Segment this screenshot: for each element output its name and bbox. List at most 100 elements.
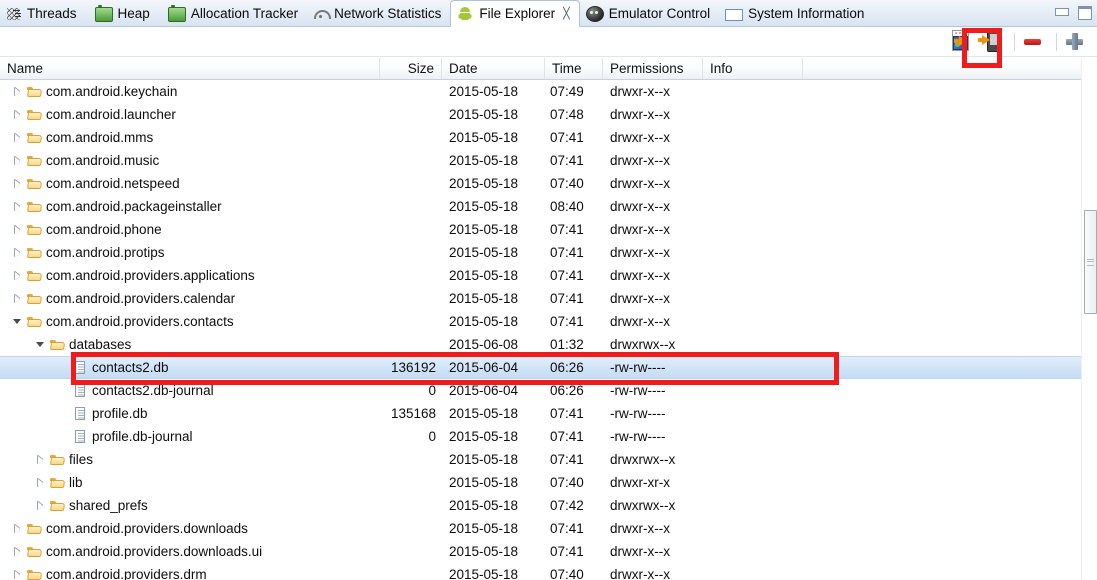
column-header-time[interactable]: Time xyxy=(545,58,603,79)
vertical-scrollbar-thumb[interactable] xyxy=(1084,210,1097,314)
folder-icon xyxy=(50,338,65,351)
expand-arrow-icon[interactable] xyxy=(35,500,46,511)
expand-arrow-icon[interactable] xyxy=(12,546,23,557)
table-body: com.android.keychain 2015-05-18 07:49 drwxr… xyxy=(0,80,1097,580)
tab-allocation-tracker[interactable]: Allocation Tracker xyxy=(159,0,307,27)
cell-permissions: drwxr-x--x xyxy=(610,176,670,191)
tab-heap[interactable]: Heap xyxy=(86,0,159,27)
table-row[interactable]: profile.db 135168 2015-05-18 07:41 -rw-rw---… xyxy=(0,402,1097,425)
file-name-label: com.android.providers.downloads xyxy=(46,521,248,536)
collapse-arrow-icon[interactable] xyxy=(12,316,23,327)
tab-label: Emulator Control xyxy=(608,5,711,21)
file-name-label: com.android.launcher xyxy=(46,107,176,122)
cell-name: files xyxy=(0,452,380,467)
file-name-label: shared_prefs xyxy=(69,498,148,513)
maximize-icon[interactable] xyxy=(1076,4,1093,20)
column-header-name[interactable]: Name xyxy=(0,58,380,79)
delete-button[interactable] xyxy=(1023,29,1048,54)
expand-arrow-icon[interactable] xyxy=(12,270,23,281)
tab-system-information[interactable]: System Information xyxy=(719,0,873,27)
table-row[interactable]: shared_prefs 2015-05-18 07:42 drwxrwx--x xyxy=(0,494,1097,517)
tab-close-icon[interactable]: ╳ xyxy=(563,7,570,20)
cell-time: 07:41 xyxy=(550,130,584,145)
table-row[interactable]: files 2015-05-18 07:41 drwxrwx--x xyxy=(0,448,1097,471)
tab-file-explorer[interactable]: File Explorer ╳ xyxy=(450,0,580,27)
cell-date: 2015-06-08 xyxy=(449,337,519,352)
cell-permissions: drwxr-x--x xyxy=(610,199,670,214)
expand-arrow-icon[interactable] xyxy=(12,132,23,143)
expand-arrow-icon[interactable] xyxy=(12,201,23,212)
wifi-icon xyxy=(313,6,332,22)
collapse-arrow-icon[interactable] xyxy=(35,339,46,350)
vertical-scrollbar[interactable] xyxy=(1081,58,1097,580)
folder-icon xyxy=(27,246,42,259)
table-row[interactable]: com.android.protips 2015-05-18 07:41 drwxr-… xyxy=(0,241,1097,264)
cell-date: 2015-05-18 xyxy=(449,245,519,260)
column-header-size[interactable]: Size xyxy=(380,58,442,79)
expand-arrow-icon[interactable] xyxy=(12,155,23,166)
tab-emulator-control[interactable]: Emulator Control xyxy=(580,0,719,27)
table-row[interactable]: com.android.providers.contacts 2015-05-18… xyxy=(0,310,1097,333)
cell-time: 07:41 xyxy=(550,429,584,444)
table-row[interactable]: com.android.launcher 2015-05-18 07:48 drwxr… xyxy=(0,103,1097,126)
file-name-label: com.android.netspeed xyxy=(46,176,180,191)
cell-permissions: drwxr-x--x xyxy=(610,153,670,168)
system-info-icon xyxy=(725,9,744,21)
cell-name: com.android.keychain xyxy=(0,84,380,99)
cell-name: shared_prefs xyxy=(0,498,380,513)
table-row[interactable]: com.android.packageinstaller 2015-05-18 08… xyxy=(0,195,1097,218)
expand-arrow-icon[interactable] xyxy=(12,86,23,97)
table-row[interactable]: profile.db-journal 0 2015-05-18 07:41 -rw-rw… xyxy=(0,425,1097,448)
expand-arrow-icon[interactable] xyxy=(12,178,23,189)
tab-list: Threads Heap Allocation Tracker Network Sta… xyxy=(0,0,873,27)
table-row[interactable]: com.android.phone 2015-05-18 07:41 drwxr-x-… xyxy=(0,218,1097,241)
table-row[interactable]: com.android.netspeed 2015-05-18 07:40 drwxr… xyxy=(0,172,1097,195)
table-row[interactable]: com.android.providers.applications 2015-0… xyxy=(0,264,1097,287)
file-icon xyxy=(73,430,88,443)
expand-arrow-icon[interactable] xyxy=(12,569,23,580)
cell-time: 07:49 xyxy=(550,84,584,99)
folder-icon xyxy=(27,177,42,190)
cell-time: 07:40 xyxy=(550,567,584,580)
cell-name: contacts2.db-journal xyxy=(0,383,380,398)
cell-time: 07:41 xyxy=(550,245,584,260)
cell-permissions: drwxr-x--x xyxy=(610,521,670,536)
view-buttons xyxy=(1053,4,1093,20)
minimize-icon[interactable] xyxy=(1053,4,1070,19)
expand-arrow-icon[interactable] xyxy=(12,523,23,534)
cell-name: profile.db-journal xyxy=(0,429,380,444)
cell-date: 2015-05-18 xyxy=(449,475,519,490)
cell-permissions: drwxr-x--x xyxy=(610,544,670,559)
column-header-date[interactable]: Date xyxy=(442,58,545,79)
file-name-label: com.android.providers.contacts xyxy=(46,314,234,329)
expand-arrow-icon[interactable] xyxy=(35,477,46,488)
cell-date: 2015-05-18 xyxy=(449,291,519,306)
expand-arrow-icon[interactable] xyxy=(12,293,23,304)
new-folder-button[interactable] xyxy=(1065,29,1090,54)
table-row[interactable]: com.android.music 2015-05-18 07:41 drwxr-x-… xyxy=(0,149,1097,172)
column-header-info[interactable]: Info xyxy=(703,58,803,79)
tab-threads[interactable]: Threads xyxy=(0,0,86,27)
cell-time: 07:40 xyxy=(550,475,584,490)
folder-icon xyxy=(27,85,42,98)
tab-network-statistics[interactable]: Network Statistics xyxy=(307,0,450,27)
expand-arrow-icon[interactable] xyxy=(35,454,46,465)
file-name-label: com.android.providers.drm xyxy=(46,567,207,580)
table-row[interactable]: com.android.mms 2015-05-18 07:41 drwxr-x--x xyxy=(0,126,1097,149)
table-row[interactable]: com.android.providers.drm 2015-05-18 07:40… xyxy=(0,563,1097,580)
allocation-battery-icon xyxy=(167,4,186,22)
cell-time: 01:32 xyxy=(550,337,584,352)
table-row[interactable]: com.android.providers.calendar 2015-05-18… xyxy=(0,287,1097,310)
table-row[interactable]: com.android.providers.downloads.ui 2015-0… xyxy=(0,540,1097,563)
cell-permissions: drwxr-x--x xyxy=(610,222,670,237)
expand-arrow-icon[interactable] xyxy=(12,109,23,120)
table-row[interactable]: lib 2015-05-18 07:40 drwxr-xr-x xyxy=(0,471,1097,494)
table-row[interactable]: com.android.keychain 2015-05-18 07:49 drwxr… xyxy=(0,80,1097,103)
cell-permissions: drwxr-x--x xyxy=(610,84,670,99)
expand-arrow-icon[interactable] xyxy=(12,224,23,235)
table-header: Name Size Date Time Permissions Info xyxy=(0,58,1097,80)
column-header-permissions[interactable]: Permissions xyxy=(603,58,703,79)
cell-permissions: -rw-rw---- xyxy=(610,383,666,398)
expand-arrow-icon[interactable] xyxy=(12,247,23,258)
table-row[interactable]: com.android.providers.downloads 2015-05-1… xyxy=(0,517,1097,540)
